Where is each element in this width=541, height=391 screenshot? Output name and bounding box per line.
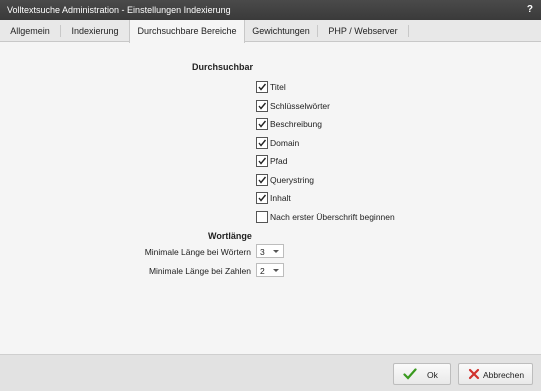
chevron-down-icon [273, 269, 279, 272]
chevron-down-icon [273, 250, 279, 253]
min-numbers-label: Minimale Länge bei Zahlen [148, 266, 251, 276]
min-numbers-value: 2 [260, 266, 265, 276]
checkbox[interactable] [256, 211, 268, 223]
cancel-label: Abbrechen [483, 370, 525, 380]
window-title: Volltextsuche Administration - Einstellu… [7, 5, 231, 15]
tab-gewichtungen[interactable]: Gewichtungen [245, 20, 317, 42]
searchable-heading: Durchsuchbar [192, 62, 254, 72]
tab-label: PHP / Webserver [328, 26, 398, 36]
tab-indexierung[interactable]: Indexierung [61, 20, 129, 42]
title-bar: Volltextsuche Administration - Einstellu… [0, 0, 541, 20]
tab-bar: Allgemein Indexierung Durchsuchbare Bere… [0, 20, 541, 43]
checkbox[interactable] [256, 137, 268, 149]
tab-durchsuchbare-bereiche[interactable]: Durchsuchbare Bereiche [129, 20, 245, 43]
tab-label: Gewichtungen [252, 26, 310, 36]
min-numbers-select[interactable]: 2 [256, 263, 284, 277]
tab-label: Durchsuchbare Bereiche [137, 26, 237, 36]
checkbox-label: Titel [270, 82, 286, 92]
min-words-select[interactable]: 3 [256, 244, 284, 258]
word-length-heading: Wortlänge [208, 231, 252, 241]
ok-label: Ok [427, 370, 438, 380]
checkbox[interactable] [256, 174, 268, 186]
checkbox[interactable] [256, 192, 268, 204]
checkbox[interactable] [256, 100, 268, 112]
tab-php-webserver[interactable]: PHP / Webserver [318, 20, 408, 42]
tab-label: Allgemein [10, 26, 50, 36]
checkbox[interactable] [256, 81, 268, 93]
checkbox[interactable] [256, 155, 268, 167]
checkbox[interactable] [256, 118, 268, 130]
dialog-footer: Ok Abbrechen [0, 354, 541, 391]
checkbox-label: Schlüsselwörter [270, 101, 330, 111]
checkbox-label: Inhalt [270, 193, 291, 203]
checkbox-label: Domain [270, 138, 300, 148]
checkbox-label: Querystring [270, 175, 314, 185]
tab-allgemein[interactable]: Allgemein [0, 20, 60, 42]
tab-label: Indexierung [71, 26, 119, 36]
ok-button[interactable]: Ok [393, 363, 451, 385]
min-words-label: Minimale Länge bei Wörtern [144, 247, 251, 257]
checkbox-label: Nach erster Überschrift beginnen [270, 212, 395, 222]
help-icon[interactable]: ? [527, 4, 533, 15]
close-icon [468, 368, 480, 382]
checkbox-label: Pfad [270, 156, 288, 166]
checkmark-icon [403, 368, 417, 382]
min-words-value: 3 [260, 247, 265, 257]
tab-separator [408, 25, 409, 37]
cancel-button[interactable]: Abbrechen [458, 363, 533, 385]
checkbox-label: Beschreibung [270, 119, 322, 129]
